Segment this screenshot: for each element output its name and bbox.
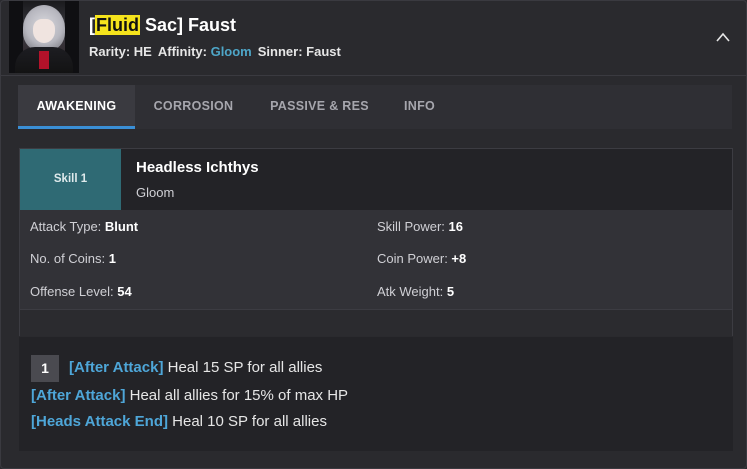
skill-footer: [20, 309, 732, 336]
tab-bar: AWAKENING CORROSION PASSIVE & RES INFO: [18, 85, 732, 129]
identity-title: [Fluid Sac] Faust: [89, 15, 237, 35]
tab-passive-res[interactable]: PASSIVE & RES: [252, 85, 387, 129]
identity-card: [Fluid Sac] Faust Rarity: HE Affinity: Gl…: [0, 0, 747, 469]
tab-corrosion[interactable]: CORROSION: [135, 85, 252, 129]
effect-line: [Heads Attack End] Heal 10 SP for all al…: [31, 413, 327, 430]
skill-affinity: Gloom: [136, 185, 175, 200]
stat-offense-level: Offense Level: 54: [30, 284, 132, 299]
skill-badge: Skill 1: [20, 149, 121, 210]
character-portrait: [9, 1, 79, 73]
rarity-value: HE: [133, 44, 152, 59]
affinity-value: Gloom: [210, 44, 252, 59]
identity-meta: Rarity: HE Affinity: Gloom Sinner: Faust: [89, 44, 341, 59]
chevron-up-icon[interactable]: [716, 31, 730, 45]
identity-header[interactable]: [Fluid Sac] Faust Rarity: HE Affinity: Gl…: [1, 1, 746, 75]
tab-info[interactable]: INFO: [387, 85, 452, 129]
stat-skill-power: Skill Power: 16: [377, 219, 463, 234]
effect-line: [After Attack] Heal all allies for 15% o…: [31, 387, 349, 404]
skill-effects: 1 [After Attack] Heal 15 SP for all alli…: [19, 337, 733, 451]
stat-atk-weight: Atk Weight: 5: [377, 284, 455, 299]
title-highlight: Fluid: [95, 15, 140, 35]
stat-coins: No. of Coins: 1: [30, 251, 116, 266]
skill-header: Skill 1 Headless Ichthys Gloom: [20, 149, 732, 210]
effect-line: [After Attack] Heal 15 SP for all allies: [69, 359, 323, 376]
stat-coin-power: Coin Power: +8: [377, 251, 467, 266]
stat-attack-type: Attack Type: Blunt: [30, 219, 139, 234]
header-divider: [1, 75, 746, 76]
tab-awakening[interactable]: AWAKENING: [18, 85, 135, 129]
sinner-value: Faust: [306, 44, 341, 59]
coin-number-badge: 1: [31, 355, 59, 382]
skill-panel: Skill 1 Headless Ichthys Gloom Attack Ty…: [19, 148, 733, 336]
skill-name: Headless Ichthys: [136, 159, 259, 176]
